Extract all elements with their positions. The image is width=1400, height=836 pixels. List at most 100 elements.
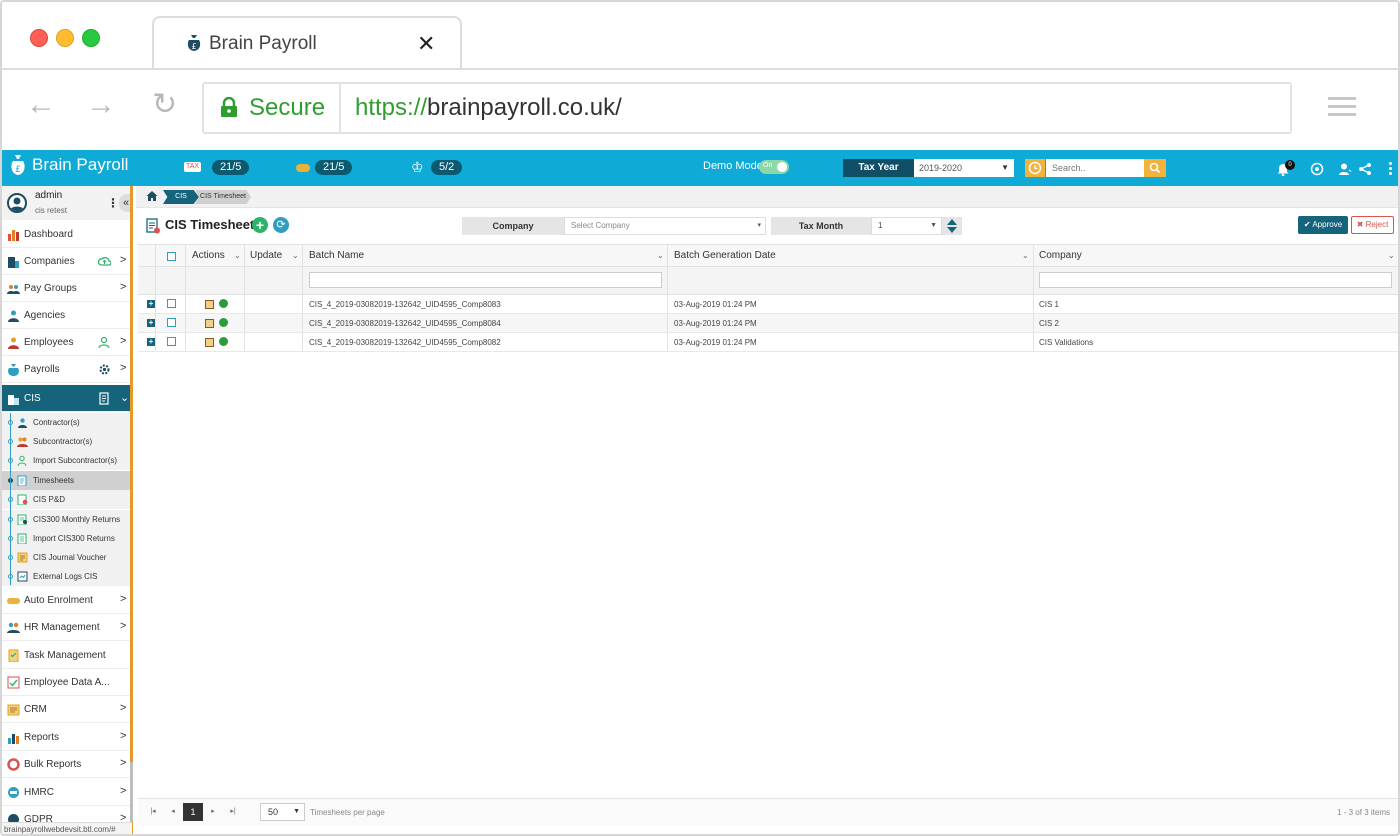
browser-menu-icon[interactable] — [1328, 97, 1356, 117]
crown-stat-badge[interactable]: 5/2 — [431, 160, 463, 175]
breadcrumb-cis[interactable]: CIS — [163, 190, 199, 204]
sidebar-item-hmrc[interactable]: HMRC > — [2, 779, 130, 806]
select-all-checkbox[interactable] — [167, 252, 176, 261]
sidebar-subitem-cis300-monthly[interactable]: CIS300 Monthly Returns — [2, 510, 130, 529]
sidebar-item-label: Bulk Reports — [24, 759, 82, 770]
approve-check-icon[interactable] — [219, 299, 228, 308]
sidebar-scrollbar[interactable] — [130, 762, 133, 822]
brand-logo[interactable]: £ Brain Payroll — [10, 154, 128, 176]
sidebar-item-dashboard[interactable]: Dashboard — [2, 221, 130, 248]
sidebar-item-cis[interactable]: CIS ⌄ — [2, 385, 130, 412]
main-content: CIS CIS Timesheet CIS Timesheets + ⟳ Com… — [136, 186, 1398, 834]
next-page-button[interactable]: ▸ — [203, 803, 223, 821]
column-header-company[interactable]: Company — [1039, 250, 1082, 261]
company-filter-input[interactable] — [1039, 272, 1392, 288]
table-row[interactable]: + CIS_4_2019-03082019-132642_UID4595_Comp… — [138, 333, 1398, 352]
avatar[interactable] — [7, 193, 27, 213]
company-select[interactable]: Select Company ▾ — [564, 217, 766, 235]
reload-icon[interactable]: ↻ — [152, 90, 177, 120]
breadcrumb-cis-timesheet: CIS Timesheet — [195, 190, 251, 204]
forward-arrow-icon[interactable]: → — [86, 90, 116, 120]
prev-page-button[interactable]: ◂ — [163, 803, 183, 821]
row-checkbox[interactable] — [167, 299, 176, 308]
pagination: |◂ ◂ 1 ▸ ▸| 50 ▼ Timesheets per page 1 - … — [138, 798, 1398, 826]
sidebar-subitem-import-cis300[interactable]: Import CIS300 Returns — [2, 529, 130, 548]
sidebar-item-companies[interactable]: Companies > — [2, 248, 130, 275]
home-icon[interactable] — [146, 190, 158, 202]
sidebar-subitem-subcontractors[interactable]: Subcontractor(s) — [2, 432, 130, 451]
support-icon[interactable] — [1310, 162, 1324, 176]
column-header-batch-date[interactable]: Batch Generation Date — [674, 250, 776, 261]
sidebar-item-bulk-reports[interactable]: Bulk Reports > — [2, 751, 130, 778]
reject-button[interactable]: ✖ Reject — [1351, 216, 1394, 234]
approve-check-icon[interactable] — [219, 318, 228, 327]
add-timesheet-button[interactable]: + — [252, 217, 268, 233]
search-input[interactable] — [1046, 159, 1144, 177]
refresh-button[interactable]: ⟳ — [273, 217, 289, 233]
sidebar-item-payrolls[interactable]: Payrolls > — [2, 356, 130, 383]
url-text[interactable]: https://brainpayroll.co.uk/ — [355, 94, 622, 122]
edit-icon[interactable] — [205, 300, 214, 309]
tax-month-stepper[interactable] — [942, 217, 962, 235]
edit-icon[interactable] — [205, 338, 214, 347]
sidebar-item-reports[interactable]: Reports > — [2, 724, 130, 751]
sidebar-item-agencies[interactable]: Agencies — [2, 302, 130, 329]
sidebar-item-task-management[interactable]: Task Management — [2, 642, 130, 669]
row-checkbox[interactable] — [167, 337, 176, 346]
collapse-sidebar-button[interactable]: « — [119, 194, 130, 212]
user-menu-icon[interactable]: ⋮ — [107, 196, 119, 210]
clock-button[interactable] — [1025, 159, 1045, 177]
table-row[interactable]: + CIS_4_2019-03082019-132642_UID4595_Comp… — [138, 295, 1398, 314]
demo-mode-toggle[interactable]: On — [759, 160, 789, 174]
column-menu-icon[interactable]: ⌄ — [1388, 251, 1395, 260]
maximize-window-button[interactable] — [82, 29, 100, 47]
sidebar-item-crm[interactable]: CRM > — [2, 696, 130, 723]
column-menu-icon[interactable]: ⌄ — [1022, 251, 1029, 260]
expand-row-icon[interactable]: + — [147, 319, 155, 327]
minimize-window-button[interactable] — [56, 29, 74, 47]
first-page-button[interactable]: |◂ — [143, 803, 163, 821]
sidebar-item-pay-groups[interactable]: Pay Groups > — [2, 275, 130, 302]
row-checkbox[interactable] — [167, 318, 176, 327]
sidebar-item-hr-management[interactable]: HR Management > — [2, 614, 130, 641]
sidebar-subitem-import-subcontractors[interactable]: Import Subcontractor(s) — [2, 451, 130, 470]
column-header-update[interactable]: Update — [250, 250, 282, 261]
expand-row-icon[interactable]: + — [147, 338, 155, 346]
pension-stat-badge[interactable]: 21/5 — [315, 160, 353, 175]
approve-check-icon[interactable] — [219, 337, 228, 346]
column-menu-icon[interactable]: ⌄ — [292, 251, 299, 260]
tax-year-select[interactable]: 2019-2020 ▼ — [914, 159, 1014, 177]
sidebar-subitem-contractors[interactable]: Contractor(s) — [2, 413, 130, 432]
sidebar-subitem-timesheets[interactable]: Timesheets — [2, 471, 130, 490]
batch-name-filter-input[interactable] — [309, 272, 662, 288]
close-tab-icon[interactable]: ✕ — [417, 31, 435, 57]
sidebar-item-employees[interactable]: Employees > — [2, 329, 130, 356]
approve-button[interactable]: ✔ Approve — [1298, 216, 1348, 234]
expand-row-icon[interactable]: + — [147, 300, 155, 308]
page-size-select[interactable]: 50 ▼ — [260, 803, 305, 821]
sidebar-subitem-journal-voucher[interactable]: CIS Journal Voucher — [2, 548, 130, 567]
column-header-batch-name[interactable]: Batch Name — [309, 250, 364, 261]
tax-month-select[interactable]: 1 ▼ — [871, 217, 942, 235]
sidebar-subitem-external-logs[interactable]: External Logs CIS — [2, 567, 130, 586]
header-more-icon[interactable] — [1389, 162, 1393, 176]
current-page-button[interactable]: 1 — [183, 803, 203, 821]
close-window-button[interactable] — [30, 29, 48, 47]
table-row[interactable]: + CIS_4_2019-03082019-132642_UID4595_Comp… — [138, 314, 1398, 333]
search-button[interactable] — [1144, 159, 1166, 177]
edit-icon[interactable] — [205, 319, 214, 328]
chevron-right-icon: > — [120, 593, 127, 605]
back-arrow-icon[interactable]: ← — [26, 90, 56, 120]
sidebar-item-auto-enrolment[interactable]: Auto Enrolment > — [2, 587, 130, 614]
column-header-actions[interactable]: Actions — [192, 250, 225, 261]
user-profile-icon[interactable] — [1338, 162, 1352, 176]
column-menu-icon[interactable]: ⌄ — [657, 251, 664, 260]
sidebar-item-employee-data[interactable]: Employee Data A... — [2, 669, 130, 696]
column-menu-icon[interactable]: ⌄ — [234, 251, 241, 260]
share-icon[interactable] — [1358, 162, 1372, 176]
last-page-button[interactable]: ▸| — [223, 803, 243, 821]
batch-date-cell: 03-Aug-2019 01:24 PM — [674, 338, 757, 347]
sidebar-subitem-cis-pd[interactable]: CIS P&D — [2, 490, 130, 509]
batch-name-cell: CIS_4_2019-03082019-132642_UID4595_Comp8… — [309, 300, 501, 309]
tax-stat-badge[interactable]: 21/5 — [212, 160, 250, 175]
